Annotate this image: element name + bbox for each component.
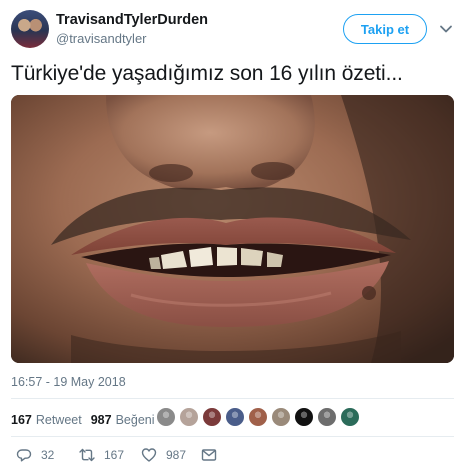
liker-avatar[interactable]	[317, 407, 337, 427]
tweet-timestamp[interactable]: 16:57 - 19 May 2018	[11, 375, 126, 389]
reply-count: 32	[41, 448, 55, 462]
liker-avatar[interactable]	[340, 407, 360, 427]
tweet-photo[interactable]	[11, 95, 454, 363]
retweet-icon	[79, 448, 95, 462]
tweet-card: TravisandTylerDurden @travisandtyler Tak…	[0, 0, 465, 472]
retweet-label[interactable]: Retweet	[36, 413, 82, 427]
retweet-count[interactable]: 167	[11, 413, 32, 427]
tweet-text: Türkiye'de yaşadığımız son 16 yılın özet…	[11, 62, 403, 85]
envelope-icon	[201, 449, 217, 461]
heart-icon	[141, 448, 157, 462]
liker-avatar[interactable]	[271, 407, 291, 427]
tweet-stats: 167 Retweet 987 Beğeni	[11, 410, 155, 430]
reply-button[interactable]: 32	[16, 444, 54, 466]
retweet-action-count: 167	[104, 448, 125, 462]
message-button[interactable]	[201, 444, 226, 466]
display-name[interactable]: TravisandTylerDurden	[56, 12, 208, 28]
retweet-button[interactable]: 167	[79, 444, 124, 466]
like-count[interactable]: 987	[91, 413, 112, 427]
liker-avatars	[156, 407, 363, 427]
liker-avatar[interactable]	[202, 407, 222, 427]
photo-closeup-mouth	[11, 95, 454, 363]
liker-avatar[interactable]	[179, 407, 199, 427]
follow-button[interactable]: Takip et	[343, 14, 427, 44]
divider	[11, 436, 454, 437]
divider	[11, 398, 454, 399]
user-handle[interactable]: @travisandtyler	[56, 31, 147, 46]
tweet-actions: 32 167 987	[11, 444, 454, 466]
liker-avatar[interactable]	[294, 407, 314, 427]
like-button[interactable]: 987	[141, 444, 186, 466]
like-label[interactable]: Beğeni	[116, 413, 155, 427]
liker-avatar[interactable]	[225, 407, 245, 427]
liker-avatar[interactable]	[248, 407, 268, 427]
reply-icon	[16, 449, 32, 462]
liker-avatar[interactable]	[156, 407, 176, 427]
like-action-count: 987	[166, 448, 187, 462]
avatar[interactable]	[11, 10, 49, 48]
chevron-down-icon[interactable]	[439, 22, 453, 36]
